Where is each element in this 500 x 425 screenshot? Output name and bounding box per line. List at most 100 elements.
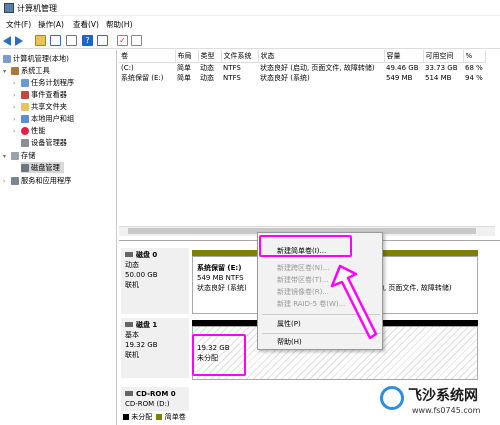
volume-list: 卷 布局 类型 文件系统 状态 容量 可用空间 % (C:) 简单 动态 NTF… <box>119 50 500 238</box>
cell-volume: (C:) <box>121 63 134 72</box>
cell-type: 动态 <box>200 73 214 82</box>
menu-action[interactable]: 操作(A) <box>38 19 64 30</box>
chevron-right-icon[interactable]: › <box>13 114 21 125</box>
tree-item-performance[interactable]: › 性能 <box>13 125 45 136</box>
col-free[interactable]: 可用空间 <box>423 50 464 63</box>
list-icon[interactable] <box>131 35 142 46</box>
col-status[interactable]: 状态 <box>258 50 385 63</box>
cell-layout: 简单 <box>177 63 191 72</box>
toolbar: ? ✓ <box>0 32 500 49</box>
table-row[interactable]: (C:) 简单 动态 NTFS 状态良好 (启动, 页面文件, 故障转储) 49… <box>119 62 485 73</box>
cell-percent: 94 % <box>465 73 483 82</box>
users-icon <box>21 115 29 123</box>
cell-status: 状态良好 (启动, 页面文件, 故障转储) <box>260 63 375 72</box>
disk-0-info[interactable]: 磁盘 0 动态 50.00 GB 联机 <box>121 248 189 314</box>
chevron-down-icon[interactable]: ▾ <box>3 151 11 162</box>
chevron-right-icon[interactable]: › <box>3 176 11 187</box>
menu-item-new-mirror-volume: 新建镜像卷(R)... <box>277 288 330 296</box>
col-type[interactable]: 类型 <box>198 50 222 63</box>
col-layout[interactable]: 布局 <box>175 50 199 63</box>
properties-icon[interactable] <box>97 35 108 46</box>
tree-item-root[interactable]: 计算机管理(本地) <box>3 53 69 64</box>
chevron-right-icon[interactable]: › <box>13 102 21 113</box>
tools-icon <box>11 67 19 75</box>
cell-layout: 简单 <box>177 73 191 82</box>
help-icon[interactable]: ? <box>82 35 93 46</box>
chevron-right-icon[interactable]: › <box>13 126 21 137</box>
computer-icon <box>3 55 11 63</box>
menu-help[interactable]: 帮助(H) <box>106 19 133 30</box>
highlight-unallocated <box>192 334 246 376</box>
menu-item-help[interactable]: 帮助(H) <box>277 337 302 347</box>
chevron-right-icon[interactable]: › <box>13 90 21 101</box>
col-percent[interactable]: % <box>463 50 486 63</box>
table-row[interactable]: 系统保留 (E:) 简单 动态 NTFS 状态良好 (系统) 549 MB 51… <box>119 73 485 83</box>
disk-1-info[interactable]: 磁盘 1 基本 19.32 GB 联机 <box>121 318 189 378</box>
cell-free: 33.73 GB <box>425 63 458 72</box>
cell-percent: 68 % <box>465 63 483 72</box>
cell-type: 动态 <box>200 63 214 72</box>
legend: 未分配 简单卷 <box>123 412 186 422</box>
computer-management-icon <box>4 3 14 13</box>
title-bar: 计算机管理 <box>0 0 500 16</box>
services-icon <box>11 177 19 185</box>
cell-capacity: 549 MB <box>386 73 413 82</box>
menu-view[interactable]: 查看(V) <box>73 19 99 30</box>
tree-item-event-viewer[interactable]: › 事件查看器 <box>13 89 67 100</box>
tree-item-storage[interactable]: ▾ 存储 <box>3 150 35 161</box>
watermark-url: www.fs0745.com <box>412 406 481 415</box>
watermark-title: 飞沙系统网 <box>408 388 478 404</box>
volume-table: 卷 布局 类型 文件系统 状态 容量 可用空间 % (C:) 简单 动态 NTF… <box>119 50 486 83</box>
cell-status: 状态良好 (系统) <box>260 73 310 82</box>
tree-item-task-scheduler[interactable]: › 任务计划程序 <box>13 77 74 88</box>
clock-icon <box>21 79 29 87</box>
tree-item-disk-management[interactable]: 磁盘管理 <box>21 162 64 173</box>
menu-file[interactable]: 文件(F) <box>6 19 31 30</box>
col-capacity[interactable]: 容量 <box>384 50 424 63</box>
col-filesystem[interactable]: 文件系统 <box>221 50 259 63</box>
tree-item-system-tools[interactable]: ▾ 系统工具 <box>3 65 50 76</box>
forward-icon[interactable] <box>15 36 23 46</box>
disk-icon <box>125 252 133 257</box>
legend-unallocated-swatch <box>123 414 129 420</box>
device-manager-icon <box>21 139 29 147</box>
menu-item-new-striped-volume: 新建带区卷(T)... <box>277 276 329 284</box>
watermark-logo-icon <box>380 386 404 410</box>
cell-filesystem: NTFS <box>223 73 241 82</box>
disk-management-icon <box>21 164 29 172</box>
chevron-right-icon[interactable]: › <box>13 78 21 89</box>
tree-item-shared-folders[interactable]: › 共享文件夹 <box>13 101 67 112</box>
col-volume[interactable]: 卷 <box>119 50 176 63</box>
console-icon[interactable] <box>50 35 61 46</box>
menu-item-new-spanned-volume: 新建跨区卷(N)... <box>277 264 330 272</box>
disk-icon <box>125 322 133 327</box>
back-icon[interactable] <box>3 36 11 46</box>
highlight-new-simple-volume <box>259 235 352 257</box>
window-title: 计算机管理 <box>17 4 57 13</box>
tree-item-services[interactable]: › 服务和应用程序 <box>3 175 71 186</box>
legend-simple-swatch <box>156 414 163 420</box>
tree-item-device-manager[interactable]: 设备管理器 <box>21 137 67 148</box>
partition-system-reserved[interactable]: 系统保留 (E:) 549 MB NTFS 状态良好 (系统) <box>192 256 262 314</box>
check-icon[interactable]: ✓ <box>117 35 128 46</box>
menu-bar: 文件(F) 操作(A) 查看(V) 帮助(H) <box>0 17 500 31</box>
watermark: 飞沙系统网 www.fs0745.com <box>378 378 500 425</box>
storage-icon <box>11 152 19 160</box>
volume-table-header: 卷 布局 类型 文件系统 状态 容量 可用空间 % <box>119 50 486 63</box>
folder-icon[interactable] <box>35 35 46 46</box>
chevron-down-icon[interactable]: ▾ <box>3 66 11 77</box>
tree-item-local-users[interactable]: › 本地用户和组 <box>13 113 74 124</box>
performance-icon <box>21 127 29 135</box>
menu-item-properties[interactable]: 属性(P) <box>277 319 301 329</box>
cell-free: 514 MB <box>425 73 452 82</box>
cell-capacity: 49.46 GB <box>386 63 419 72</box>
cdrom-info[interactable]: CD-ROM 0 CD-ROM (D:) <box>121 387 189 411</box>
event-viewer-icon <box>21 91 29 99</box>
annotation-arrow-icon <box>330 264 378 340</box>
navigation-tree: 计算机管理(本地) ▾ 系统工具 › 任务计划程序 › 事件查看器 › 共享文件夹 › 本… <box>0 50 117 425</box>
refresh-icon[interactable] <box>66 35 77 46</box>
shared-folder-icon <box>21 103 29 111</box>
cell-volume: 系统保留 (E:) <box>121 73 164 82</box>
cell-filesystem: NTFS <box>223 63 241 72</box>
cdrom-icon <box>125 391 133 396</box>
